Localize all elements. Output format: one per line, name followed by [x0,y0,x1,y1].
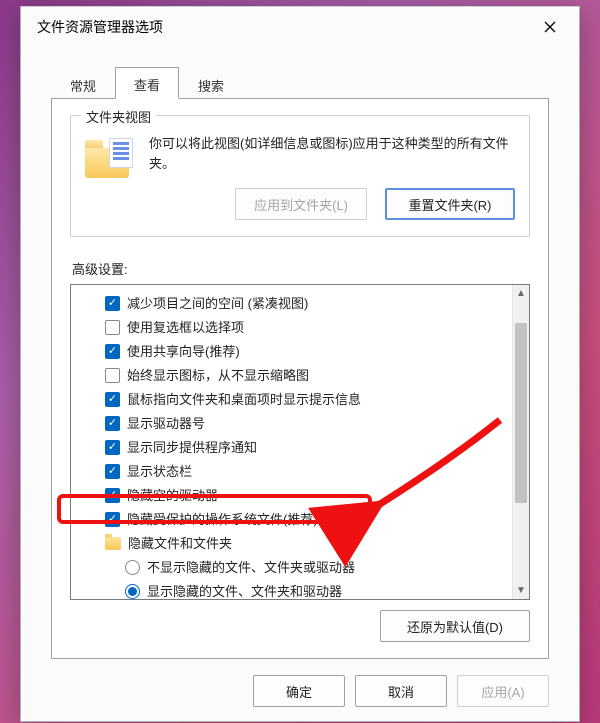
restore-defaults-button[interactable]: 还原为默认值(D) [380,610,530,642]
advanced-settings-list[interactable]: 减少项目之间的空间 (紧凑视图) 使用复选框以选择项使用共享向导(推荐) 始终显示图… [71,285,512,599]
tab-general[interactable]: 常规 [51,69,115,99]
checkbox[interactable] [105,296,120,311]
advanced-item[interactable]: 鼠标指向文件夹和桌面项时显示提示信息 [79,387,512,411]
advanced-item-label: 隐藏文件和文件夹 [128,537,232,550]
reset-folders-button[interactable]: 重置文件夹(R) [385,188,515,220]
checkbox[interactable] [105,488,120,503]
advanced-item[interactable]: 始终显示图标，从不显示缩略图 [79,363,512,387]
apply-to-folders-button[interactable]: 应用到文件夹(L) [235,188,367,220]
folder-views-desc: 你可以将此视图(如详细信息或图标)应用于这种类型的所有文件夹。 [149,134,515,174]
checkbox[interactable] [105,416,120,431]
advanced-item-label: 隐藏受保护的操作系统文件(推荐) [127,513,318,526]
advanced-item-label: 显示驱动器号 [127,417,205,430]
advanced-item[interactable]: 隐藏空的驱动器 [79,483,512,507]
apply-button[interactable]: 应用(A) [457,675,549,707]
fieldset-folder-views: 文件夹视图 你可以将此视图(如详细信息或图标)应用于这种类型的所有文件夹。 应用… [70,115,530,237]
checkbox[interactable] [105,320,120,335]
advanced-item-label: 隐藏空的驱动器 [127,489,218,502]
radio[interactable] [125,584,140,599]
advanced-item[interactable]: 显示同步提供程序通知 [79,435,512,459]
advanced-item-label: 使用复选框以选择项 [127,321,244,334]
checkbox[interactable] [105,344,120,359]
advanced-item-label: 不显示隐藏的文件、文件夹或驱动器 [147,561,355,574]
folder-views-icon [85,136,133,178]
advanced-item-label: 始终显示图标，从不显示缩略图 [127,369,309,382]
advanced-settings-box: 减少项目之间的空间 (紧凑视图) 使用复选框以选择项使用共享向导(推荐) 始终显示图… [70,284,530,600]
dialog-footer: 确定 取消 应用(A) [21,659,579,721]
scrollbar-thumb[interactable] [515,323,527,503]
advanced-settings-label: 高级设置: [72,259,530,278]
advanced-item-label: 鼠标指向文件夹和桌面项时显示提示信息 [127,393,361,406]
advanced-item[interactable]: 不显示隐藏的文件、文件夹或驱动器 [79,555,512,579]
tab-search[interactable]: 搜索 [179,69,243,99]
close-icon [544,21,556,33]
advanced-item[interactable]: 隐藏受保护的操作系统文件(推荐) [79,507,512,531]
checkbox[interactable] [105,440,120,455]
dialog-title: 文件资源管理器选项 [37,17,163,37]
advanced-item[interactable]: 显示隐藏的文件、文件夹和驱动器 [79,579,512,599]
tab-body-view: 文件夹视图 你可以将此视图(如详细信息或图标)应用于这种类型的所有文件夹。 应用… [51,98,549,659]
folder-icon [105,537,121,550]
scrollbar[interactable]: ▲ ▼ [512,285,529,599]
advanced-item[interactable]: 使用复选框以选择项 [79,315,512,339]
scroll-down-icon[interactable]: ▼ [513,582,529,599]
advanced-item[interactable]: 使用共享向导(推荐) [79,339,512,363]
checkbox[interactable] [105,464,120,479]
scroll-up-icon[interactable]: ▲ [513,285,529,302]
titlebar: 文件资源管理器选项 [21,7,579,47]
checkbox[interactable] [105,512,120,527]
advanced-item-label: 显示同步提供程序通知 [127,441,257,454]
folder-options-dialog: 文件资源管理器选项 常规 查看 搜索 文件夹视图 你可以将此视图(如详细信息或图… [20,6,580,722]
tabstrip: 常规 查看 搜索 [21,69,579,99]
advanced-item-label: 使用共享向导(推荐) [127,345,240,358]
tab-view[interactable]: 查看 [115,67,179,99]
close-button[interactable] [531,13,569,41]
checkbox[interactable] [105,368,120,383]
fieldset-label: 文件夹视图 [81,107,156,126]
advanced-item[interactable]: 显示状态栏 [79,459,512,483]
advanced-item[interactable]: 隐藏文件和文件夹 [79,531,512,555]
ok-button[interactable]: 确定 [253,675,345,707]
advanced-item-label: 显示隐藏的文件、文件夹和驱动器 [147,585,342,598]
radio[interactable] [125,560,140,575]
advanced-item[interactable]: 减少项目之间的空间 (紧凑视图) [79,291,512,315]
advanced-item[interactable]: 显示驱动器号 [79,411,512,435]
advanced-item-label: 减少项目之间的空间 (紧凑视图) [127,297,308,310]
cancel-button[interactable]: 取消 [355,675,447,707]
checkbox[interactable] [105,392,120,407]
advanced-item-label: 显示状态栏 [127,465,192,478]
